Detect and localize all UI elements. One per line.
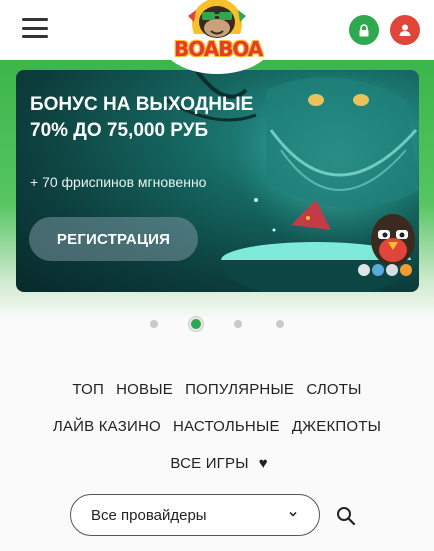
- provider-select[interactable]: Все провайдеры: [70, 494, 320, 536]
- category-slots[interactable]: СЛОТЫ: [306, 381, 361, 398]
- heart-icon[interactable]: ♥: [259, 455, 268, 472]
- litecoin-icon: [358, 264, 370, 276]
- chevron-down-icon: [289, 511, 297, 517]
- category-row: ЛАЙВ КАЗИНО НАСТОЛЬНЫЕ ДЖЕКПОТЫ: [0, 418, 434, 435]
- provider-select-value: Все провайдеры: [91, 506, 207, 524]
- category-row: ВСЕ ИГРЫ ♥: [0, 455, 434, 472]
- register-button[interactable]: [390, 15, 420, 45]
- ripple-icon: [386, 264, 398, 276]
- category-popular[interactable]: ПОПУЛЯРНЫЕ: [185, 381, 294, 398]
- promo-banner[interactable]: БОНУС НА ВЫХОДНЫЕ 70% ДО 75,000 РУБ + 70…: [16, 70, 419, 292]
- hamburger-icon[interactable]: [22, 18, 48, 38]
- login-button[interactable]: [349, 15, 379, 45]
- search-icon[interactable]: [336, 506, 356, 526]
- lock-icon: [359, 23, 369, 36]
- bitcoin-icon: [400, 264, 412, 276]
- carousel-dot-active[interactable]: [189, 317, 203, 331]
- site-logo[interactable]: BOABOA: [174, 0, 263, 64]
- category-new[interactable]: НОВЫЕ: [116, 381, 173, 398]
- carousel-dots: [0, 317, 434, 331]
- banner-title: БОНУС НА ВЫХОДНЫЕ 70% ДО 75,000 РУБ: [30, 94, 254, 141]
- carousel-dot[interactable]: [276, 320, 284, 328]
- category-all-games[interactable]: ВСЕ ИГРЫ: [170, 455, 248, 472]
- carousel-dot[interactable]: [150, 320, 158, 328]
- category-top[interactable]: ТОП: [72, 381, 104, 398]
- carousel-dot[interactable]: [234, 320, 242, 328]
- category-jackpots[interactable]: ДЖЕКПОТЫ: [292, 418, 381, 435]
- banner-subtitle: + 70 фриспинов мгновенно: [30, 174, 207, 190]
- tether-icon: [372, 264, 384, 276]
- logo-wordmark: BOABOA: [174, 37, 263, 61]
- user-icon: [399, 24, 411, 36]
- category-live-casino[interactable]: ЛАЙВ КАЗИНО: [53, 418, 161, 435]
- category-row: ТОП НОВЫЕ ПОПУЛЯРНЫЕ СЛОТЫ: [0, 381, 434, 398]
- category-table[interactable]: НАСТОЛЬНЫЕ: [173, 418, 280, 435]
- crypto-icons: [358, 264, 412, 276]
- banner-register-button[interactable]: РЕГИСТРАЦИЯ: [29, 217, 198, 261]
